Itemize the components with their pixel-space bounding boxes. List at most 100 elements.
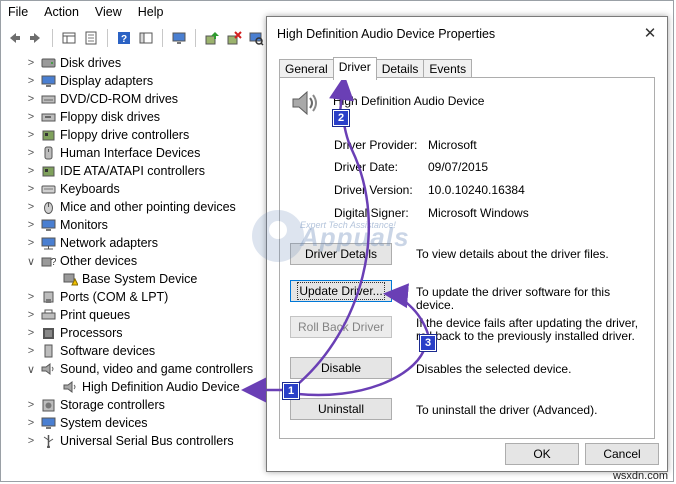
tab-general[interactable]: General: [279, 59, 334, 79]
chevron-right-icon[interactable]: >: [24, 345, 38, 357]
back-icon[interactable]: [4, 28, 24, 48]
chevron-right-icon[interactable]: >: [24, 111, 38, 123]
digital-signer-value: Microsoft Windows: [428, 206, 529, 220]
other-devices-icon: ?: [40, 254, 56, 268]
chevron-right-icon[interactable]: >: [24, 129, 38, 141]
uninstall-label: Uninstall: [317, 402, 365, 416]
tree-category-item[interactable]: > Floppy disk drives: [0, 108, 270, 126]
tab-events[interactable]: Events: [423, 59, 473, 79]
tree-category-item[interactable]: > Print queues: [0, 306, 270, 324]
tree-category-item[interactable]: > Human Interface Devices: [0, 144, 270, 162]
chevron-right-icon[interactable]: >: [24, 147, 38, 159]
tree-category-item[interactable]: > DVD/CD-ROM drives: [0, 90, 270, 108]
chevron-right-icon[interactable]: >: [24, 75, 38, 87]
tree-child-item[interactable]: High Definition Audio Device: [0, 378, 270, 396]
help-icon[interactable]: ?: [114, 28, 134, 48]
network-icon: [40, 236, 56, 250]
printer-icon: [40, 308, 56, 322]
toolbar-separator: [195, 29, 196, 47]
tree-category-item[interactable]: > IDE ATA/ATAPI controllers: [0, 162, 270, 180]
tree-category-item[interactable]: > Keyboards: [0, 180, 270, 198]
chevron-right-icon[interactable]: >: [24, 219, 38, 231]
chevron-right-icon[interactable]: >: [24, 165, 38, 177]
tree-category-item[interactable]: > Ports (COM & LPT): [0, 288, 270, 306]
tree-category-item[interactable]: > Monitors: [0, 216, 270, 234]
uninstall-icon[interactable]: [224, 28, 244, 48]
update-driver-button[interactable]: Update Driver...: [290, 280, 392, 302]
tree-category-item[interactable]: > Storage controllers: [0, 396, 270, 414]
chevron-right-icon[interactable]: >: [24, 309, 38, 321]
tree-category-item[interactable]: > Processors: [0, 324, 270, 342]
tree-item-label: System devices: [60, 416, 148, 430]
tree-category-item[interactable]: ∨ Sound, video and game controllers: [0, 360, 270, 378]
properties-view-icon[interactable]: [59, 28, 79, 48]
uninstall-desc: To uninstall the driver (Advanced).: [416, 403, 598, 417]
monitor-icon: [40, 218, 56, 232]
tree-category-item[interactable]: > Network adapters: [0, 234, 270, 252]
console-tree-icon[interactable]: [136, 28, 156, 48]
ok-button[interactable]: OK: [505, 443, 579, 465]
tree-category-item[interactable]: > System devices: [0, 414, 270, 432]
driver-version-value: 10.0.10240.16384: [428, 183, 525, 197]
menu-action[interactable]: Action: [36, 5, 87, 19]
disable-label: Disable: [320, 361, 362, 375]
chevron-right-icon[interactable]: >: [24, 435, 38, 447]
device-tree: > Disk drives > Display adapters > DVD/CD-ROM…: [0, 54, 270, 450]
chevron-right-icon[interactable]: >: [24, 399, 38, 411]
tree-item-label: Keyboards: [60, 182, 120, 196]
chevron-right-icon[interactable]: >: [24, 201, 38, 213]
tree-category-item[interactable]: ∨? Other devices: [0, 252, 270, 270]
tree-category-item[interactable]: > Universal Serial Bus controllers: [0, 432, 270, 450]
close-icon[interactable]: ✕: [639, 23, 661, 45]
toolbar-separator: [52, 29, 53, 47]
tree-item-label: Disk drives: [60, 56, 122, 70]
chevron-right-icon[interactable]: >: [24, 93, 38, 105]
update-driver-icon[interactable]: [202, 28, 222, 48]
tree-child-item[interactable]: Base System Device: [0, 270, 270, 288]
driver-provider-value: Microsoft: [428, 138, 477, 152]
system-icon: [40, 416, 56, 430]
tree-item-label: Display adapters: [60, 74, 154, 88]
scan-hardware-icon[interactable]: [246, 28, 266, 48]
tree-item-label: Universal Serial Bus controllers: [60, 434, 234, 448]
chevron-down-icon[interactable]: ∨: [24, 363, 38, 376]
menu-help[interactable]: Help: [130, 5, 172, 19]
menu-view[interactable]: View: [87, 5, 130, 19]
tree-item-label: Other devices: [60, 254, 138, 268]
hid-icon: [40, 146, 56, 160]
tree-category-item[interactable]: > Software devices: [0, 342, 270, 360]
tree-item-label: Storage controllers: [60, 398, 165, 412]
driver-provider-label: Driver Provider:: [334, 138, 418, 152]
chevron-right-icon[interactable]: >: [24, 183, 38, 195]
monitor-icon[interactable]: [169, 28, 189, 48]
tree-category-item[interactable]: > Floppy drive controllers: [0, 126, 270, 144]
disk-icon: [40, 56, 56, 70]
chevron-right-icon[interactable]: >: [24, 327, 38, 339]
tree-item-label: Floppy disk drives: [60, 110, 161, 124]
tree-category-item[interactable]: > Disk drives: [0, 54, 270, 72]
roll-back-driver-button[interactable]: Roll Back Driver: [290, 316, 392, 338]
chevron-right-icon[interactable]: >: [24, 417, 38, 429]
forward-icon[interactable]: [26, 28, 46, 48]
tree-item-label: Network adapters: [60, 236, 158, 250]
chevron-right-icon[interactable]: >: [24, 237, 38, 249]
cancel-button[interactable]: Cancel: [585, 443, 659, 465]
tree-category-item[interactable]: > Mice and other pointing devices: [0, 198, 270, 216]
tree-category-item[interactable]: > Display adapters: [0, 72, 270, 90]
tab-driver[interactable]: Driver: [332, 57, 377, 80]
step-badge-1: 1: [282, 382, 300, 400]
tab-details[interactable]: Details: [375, 59, 425, 79]
disable-button[interactable]: Disable: [290, 357, 392, 379]
storage-icon: [40, 398, 56, 412]
chevron-right-icon[interactable]: >: [24, 57, 38, 69]
mouse-icon: [40, 200, 56, 214]
ide-icon: [40, 164, 56, 178]
device-list-icon[interactable]: [81, 28, 101, 48]
speaker-icon: [292, 90, 317, 116]
chevron-down-icon[interactable]: ∨: [24, 255, 38, 268]
chevron-right-icon[interactable]: >: [24, 291, 38, 303]
uninstall-button[interactable]: Uninstall: [290, 398, 392, 420]
dvd-icon: [40, 92, 56, 106]
menu-file[interactable]: File: [0, 5, 36, 19]
svg-text:?: ?: [51, 257, 56, 268]
